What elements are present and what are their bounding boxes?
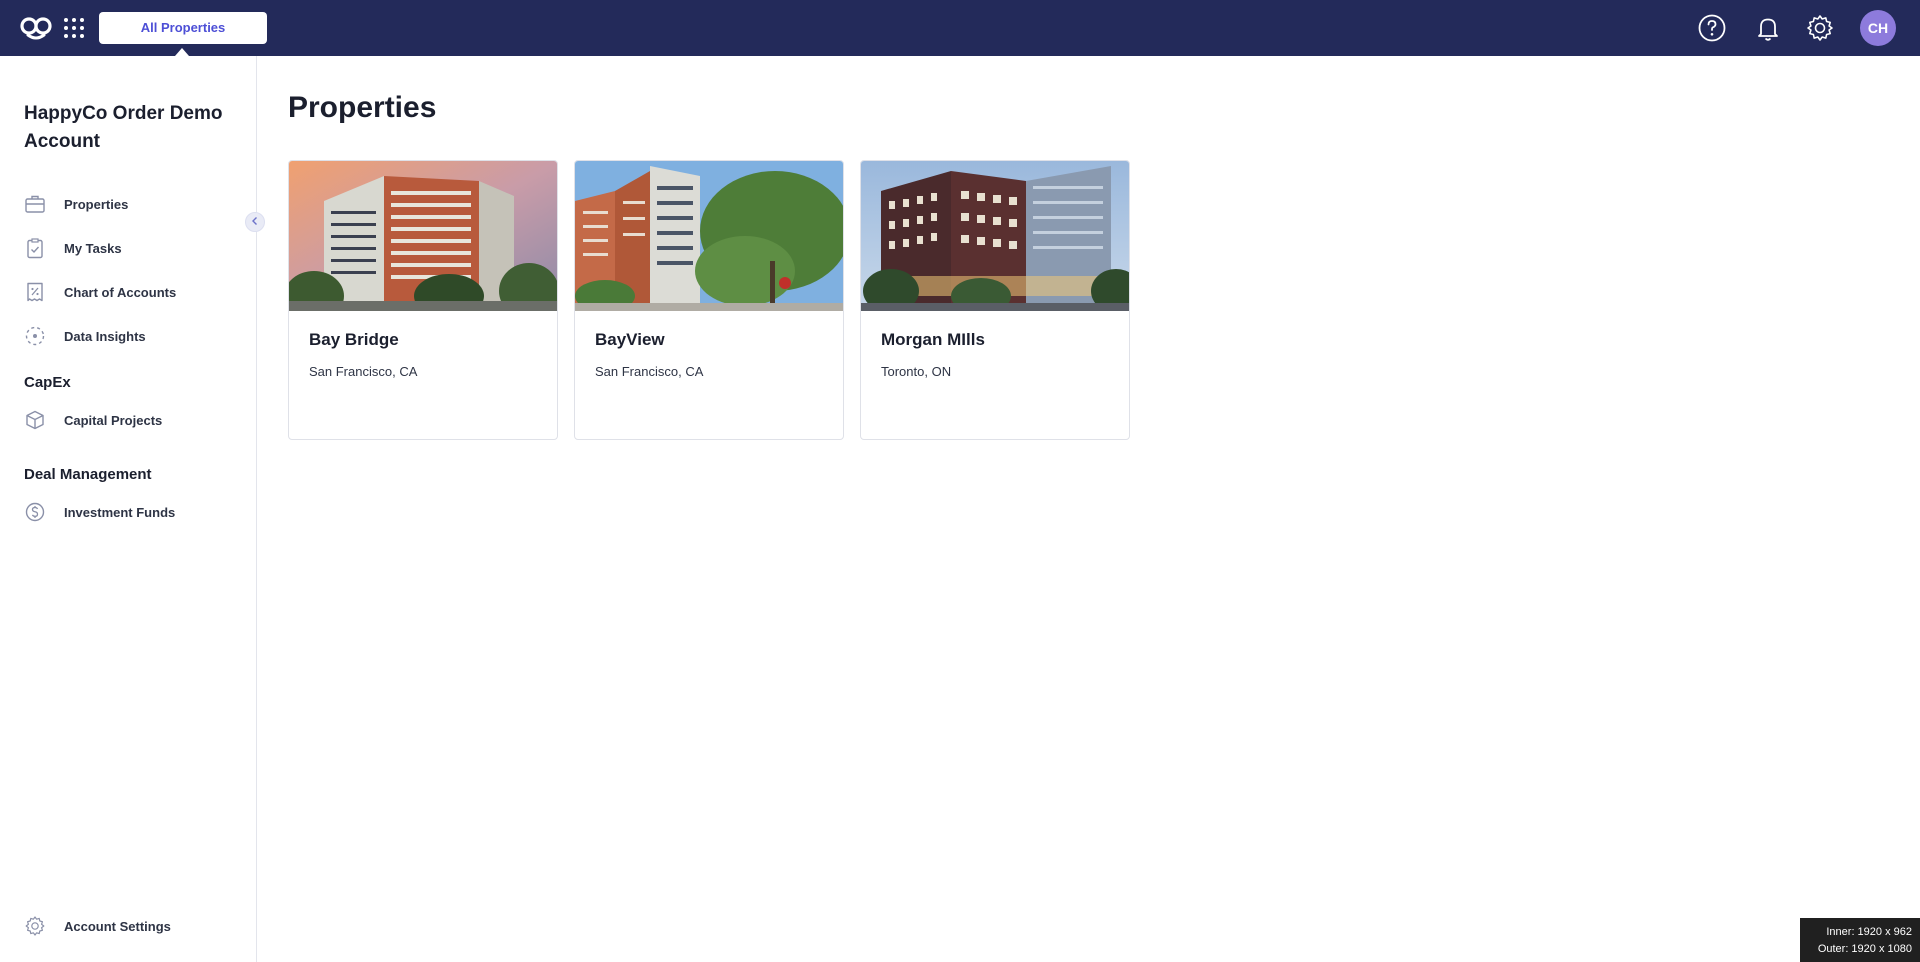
property-switcher-button[interactable]: All Properties bbox=[99, 12, 267, 44]
inner-size-text: Inner: 1920 x 962 bbox=[1826, 926, 1912, 938]
property-photo bbox=[861, 161, 1129, 311]
page-title: Properties bbox=[288, 91, 437, 124]
property-photo bbox=[575, 161, 843, 311]
window-size-badge: Inner: 1920 x 962 Outer: 1920 x 1080 bbox=[1800, 918, 1920, 962]
briefcase-icon bbox=[24, 193, 46, 215]
sidebar-item-label: Properties bbox=[64, 196, 129, 212]
sidebar-item-capital-projects[interactable]: Capital Projects bbox=[24, 408, 244, 432]
section-heading-deal-management: Deal Management bbox=[24, 466, 152, 483]
sidebar-item-chart-of-accounts[interactable]: Chart of Accounts bbox=[24, 280, 244, 304]
section-heading-capex: CapEx bbox=[24, 374, 71, 391]
top-navigation-bar: All Properties CH bbox=[0, 0, 1920, 56]
sidebar-item-investment-funds[interactable]: Investment Funds bbox=[24, 500, 244, 524]
logo-icon[interactable] bbox=[20, 14, 52, 42]
chevron-left-icon bbox=[250, 213, 260, 231]
sidebar-item-my-tasks[interactable]: My Tasks bbox=[24, 236, 244, 260]
box-icon bbox=[24, 409, 46, 431]
user-avatar[interactable]: CH bbox=[1860, 10, 1896, 46]
sidebar-item-label: My Tasks bbox=[64, 240, 122, 256]
sidebar-item-label: Data Insights bbox=[64, 328, 146, 344]
property-location: San Francisco, CA bbox=[309, 364, 418, 379]
property-location: San Francisco, CA bbox=[595, 364, 704, 379]
property-name: Morgan MIlls bbox=[881, 330, 985, 349]
gear-icon bbox=[24, 915, 46, 937]
sidebar-item-label: Capital Projects bbox=[64, 412, 163, 428]
dollar-circle-icon bbox=[24, 501, 46, 523]
property-photo bbox=[289, 161, 557, 311]
account-name: HappyCo Order Demo Account bbox=[24, 103, 223, 152]
sidebar-item-properties[interactable]: Properties bbox=[24, 192, 244, 216]
property-card-bay-bridge[interactable]: Bay Bridge San Francisco, CA bbox=[288, 160, 558, 440]
apps-grid-icon[interactable] bbox=[60, 14, 88, 42]
sidebar-item-label: Chart of Accounts bbox=[64, 284, 177, 300]
dashed-circle-icon bbox=[24, 325, 46, 347]
sidebar-item-label: Account Settings bbox=[64, 918, 171, 934]
sidebar-item-account-settings[interactable]: Account Settings bbox=[24, 914, 244, 938]
property-card-bayview[interactable]: BayView San Francisco, CA bbox=[574, 160, 844, 440]
property-switcher-caret bbox=[175, 48, 189, 56]
sidebar-item-data-insights[interactable]: Data Insights bbox=[24, 324, 244, 348]
sidebar: HappyCo Order Demo Account Properties My… bbox=[0, 56, 265, 962]
collapse-sidebar-button[interactable] bbox=[245, 212, 265, 232]
sidebar-item-label: Investment Funds bbox=[64, 504, 176, 520]
clipboard-check-icon bbox=[24, 237, 46, 259]
property-card-morgan-mills[interactable]: Morgan MIlls Toronto, ON bbox=[860, 160, 1130, 440]
property-name: BayView bbox=[595, 330, 665, 349]
property-location: Toronto, ON bbox=[881, 364, 952, 379]
property-name: Bay Bridge bbox=[309, 330, 399, 349]
help-icon[interactable] bbox=[1697, 13, 1727, 43]
ledger-percent-icon bbox=[24, 281, 46, 303]
gear-icon[interactable] bbox=[1805, 13, 1835, 43]
bell-icon[interactable] bbox=[1753, 13, 1783, 43]
outer-size-text: Outer: 1920 x 1080 bbox=[1817, 943, 1912, 955]
